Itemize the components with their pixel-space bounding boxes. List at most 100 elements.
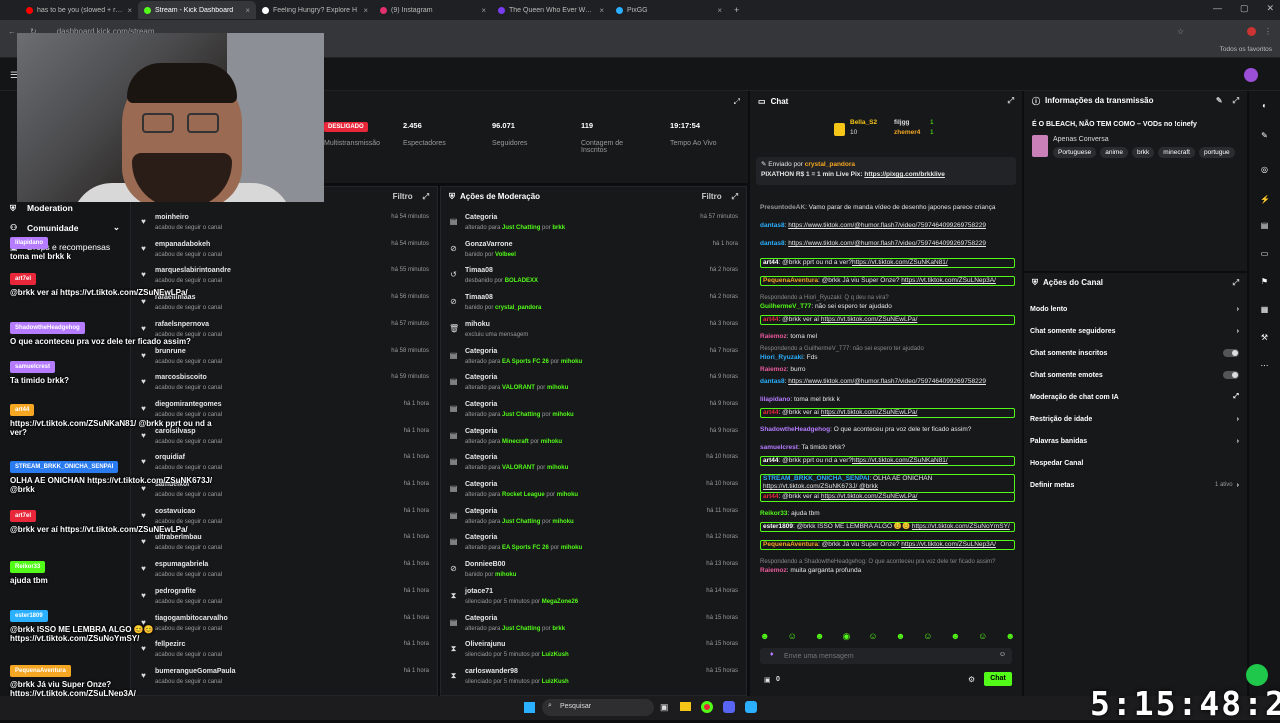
chat-link[interactable]: https://vt.tiktok.com/ZSuLNep3A/ [901,277,996,284]
tag-chip[interactable]: portugue [1198,147,1235,158]
moderation-target[interactable]: Categoria [465,428,497,435]
browser-tab[interactable]: The Queen Who Ever Was • HB × [492,1,610,19]
chat-username[interactable]: PresuntodeAK [760,204,805,211]
chat-username[interactable]: dantas8 [760,222,785,229]
chat-message[interactable]: art44: @brkk ver aí https://vt.tiktok.co… [760,408,1015,419]
channel-action-item[interactable]: Chat somente seguidores › [1030,322,1239,340]
moderation-target[interactable]: Timaa08 [465,267,493,274]
chat-username[interactable]: art44 [763,457,779,464]
sidebar-item-community[interactable]: ⚇ Comunidade ⌄ [10,222,120,233]
settings-icon[interactable]: ⚙ [968,675,975,684]
chat-input[interactable] [784,650,984,662]
camera-icon[interactable]: ◎ [1260,165,1269,174]
emote-icon[interactable]: ☻ [760,631,769,643]
chat-message[interactable]: art44: @brkk ver aí https://vt.tiktok.co… [760,315,1015,326]
moderation-target[interactable]: Categoria [465,214,497,221]
toggle-switch[interactable] [1223,349,1239,357]
send-chat-button[interactable]: Chat [984,672,1012,686]
chat-message[interactable]: samuelcrest: Ta timido brkk? [760,444,1015,452]
moderation-target[interactable]: Timaa08 [465,294,493,301]
chat-link[interactable]: https://vt.tiktok.com/ZSuNKaN81/ [852,457,948,464]
chat-username[interactable]: STREAM_BRKK_ONICHA_SENPAI [763,475,869,482]
sidebar-item-moderation[interactable]: ⛨ Moderation [10,203,73,213]
browser-tab[interactable]: PixGG × [610,1,728,19]
filter-button[interactable]: Filtro [393,192,413,202]
emote-icon[interactable]: ☺ [923,631,932,643]
chat-link[interactable]: https://vt.tiktok.com/ZSuNEwLPa/ [821,493,917,500]
chat-username[interactable]: Reikor33 [760,510,787,517]
chat-username[interactable]: dantas8 [760,378,785,385]
chat-username[interactable]: GuilhermeV_T77 [760,303,811,310]
browser-tab[interactable]: Stream - Kick Dashboard × [138,1,256,19]
channel-action-item[interactable]: Hospedar Canal [1030,454,1239,472]
channel-action-item[interactable]: Definir metas 1 ativo › [1030,476,1239,494]
tag-chip[interactable]: minecraft [1158,147,1195,158]
browser-tab[interactable]: Feeling Hungry? Explore H × [256,1,374,19]
moderation-target[interactable]: DonnieeB00 [465,561,505,568]
emote-icon[interactable]: ☻ [1005,631,1014,643]
moderation-target[interactable]: carloswander98 [465,668,518,675]
moderation-target[interactable]: Categoria [465,374,497,381]
close-tab-icon[interactable]: × [717,6,722,15]
emote-icon[interactable]: ☻ [951,631,960,643]
emote-icon[interactable]: ◉ [842,631,850,643]
close-tab-icon[interactable]: × [245,6,250,15]
expand-icon[interactable]: ⤢ [423,192,429,202]
chat-username[interactable]: samuelcrest [760,444,798,451]
channel-action-item[interactable]: Moderação de chat com IA ⤢ [1030,388,1239,406]
chat-message[interactable]: PequenaAventura: @brkk Já viu Super Onze… [760,276,1015,287]
chat-icon[interactable]: ▭ [1260,249,1269,258]
emote-icon[interactable]: ☺ [788,631,797,643]
chat-username[interactable]: PequenaAventura [763,541,818,548]
chat-message[interactable]: Raiemoz: burro [760,366,1015,374]
menu-icon[interactable]: ⋮ [1264,27,1272,36]
chat-username[interactable]: art44 [763,409,779,416]
channel-action-item[interactable]: Chat somente inscritos [1030,344,1239,362]
expand-icon[interactable]: ⤢ [732,192,738,202]
bolt-icon[interactable]: ⚡ [1260,195,1270,204]
moderation-target[interactable]: Categoria [465,615,497,622]
chat-link[interactable]: https://www.tiktok.com/@humor.flash7/vid… [788,240,986,247]
chat-input-box[interactable]: ♦ ☺ [760,648,1012,664]
all-bookmarks-link[interactable]: Todos os favoritos [1220,46,1272,53]
chat-message[interactable]: dantas8: https://www.tiktok.com/@humor.f… [760,222,1015,230]
chat-message[interactable]: PequenaAventura: @brkk Já viu Super Onze… [760,540,1015,551]
close-tab-icon[interactable]: × [481,6,486,15]
flag-icon[interactable]: ⚑ [1260,277,1269,286]
follower-name[interactable]: moinheiro [155,214,189,221]
moderation-target[interactable]: Categoria [465,534,497,541]
tool-icon[interactable]: ⚒ [1260,333,1269,342]
taskbar-search[interactable]: ⌕ Pesquisar [542,699,654,716]
chat-message[interactable]: GuilhermeV_T77: não sei espero ter ajuda… [760,303,1015,311]
chat-message[interactable]: ester1809: @brkk ISSO ME LEMBRA ALGO 😊😊 … [760,522,1015,533]
close-tab-icon[interactable]: × [363,6,368,15]
toggle-switch[interactable] [1223,371,1239,379]
emoji-icon[interactable]: ☺ [999,651,1006,658]
chat-message[interactable]: art44: @brkk pprt ou nd a ver?https://vt… [760,456,1015,467]
chat-message[interactable]: Reikor33: ajuda tbm [760,510,1015,518]
chat-username[interactable]: Raiemoz [760,366,787,373]
chat-username[interactable]: lilapidano [760,396,790,403]
chrome-icon[interactable] [701,701,713,713]
emote-icon[interactable]: ☻ [815,631,824,643]
close-icon[interactable]: ✕ [1266,3,1274,14]
chat-message[interactable]: art44: @brkk pprt ou nd a ver?https://vt… [760,258,1015,269]
chat-username[interactable]: ShadowtheHeadgehog [760,426,830,433]
gift-icon[interactable]: ▣ [764,676,771,684]
pinned-link[interactable]: https://pixgg.com/brkklive [864,171,945,178]
profile-avatar[interactable] [1247,26,1256,36]
browser-tab[interactable]: (9) Instagram × [374,1,492,19]
chat-message[interactable]: STREAM_BRKK_ONICHA_SENPAI: OLHA AE ONICH… [760,474,1015,493]
moderation-target[interactable]: Categoria [465,481,497,488]
back-icon[interactable]: ← [8,27,16,36]
maximize-icon[interactable]: ▢ [1240,3,1249,14]
dashboard-icon[interactable]: ◐ [1260,101,1269,110]
chat-username[interactable]: art44 [763,493,779,500]
emote-icon[interactable]: ☺ [978,631,987,643]
edit-icon[interactable]: ✎ [1260,131,1269,140]
layout-icon[interactable]: ▦ [1260,305,1269,314]
chat-link[interactable]: https://vt.tiktok.com/ZSuNEwLPa/ [821,409,917,416]
app-icon[interactable] [745,701,757,713]
chat-link[interactable]: https://www.tiktok.com/@humor.flash7/vid… [788,378,986,385]
minimize-icon[interactable]: — [1213,3,1222,14]
